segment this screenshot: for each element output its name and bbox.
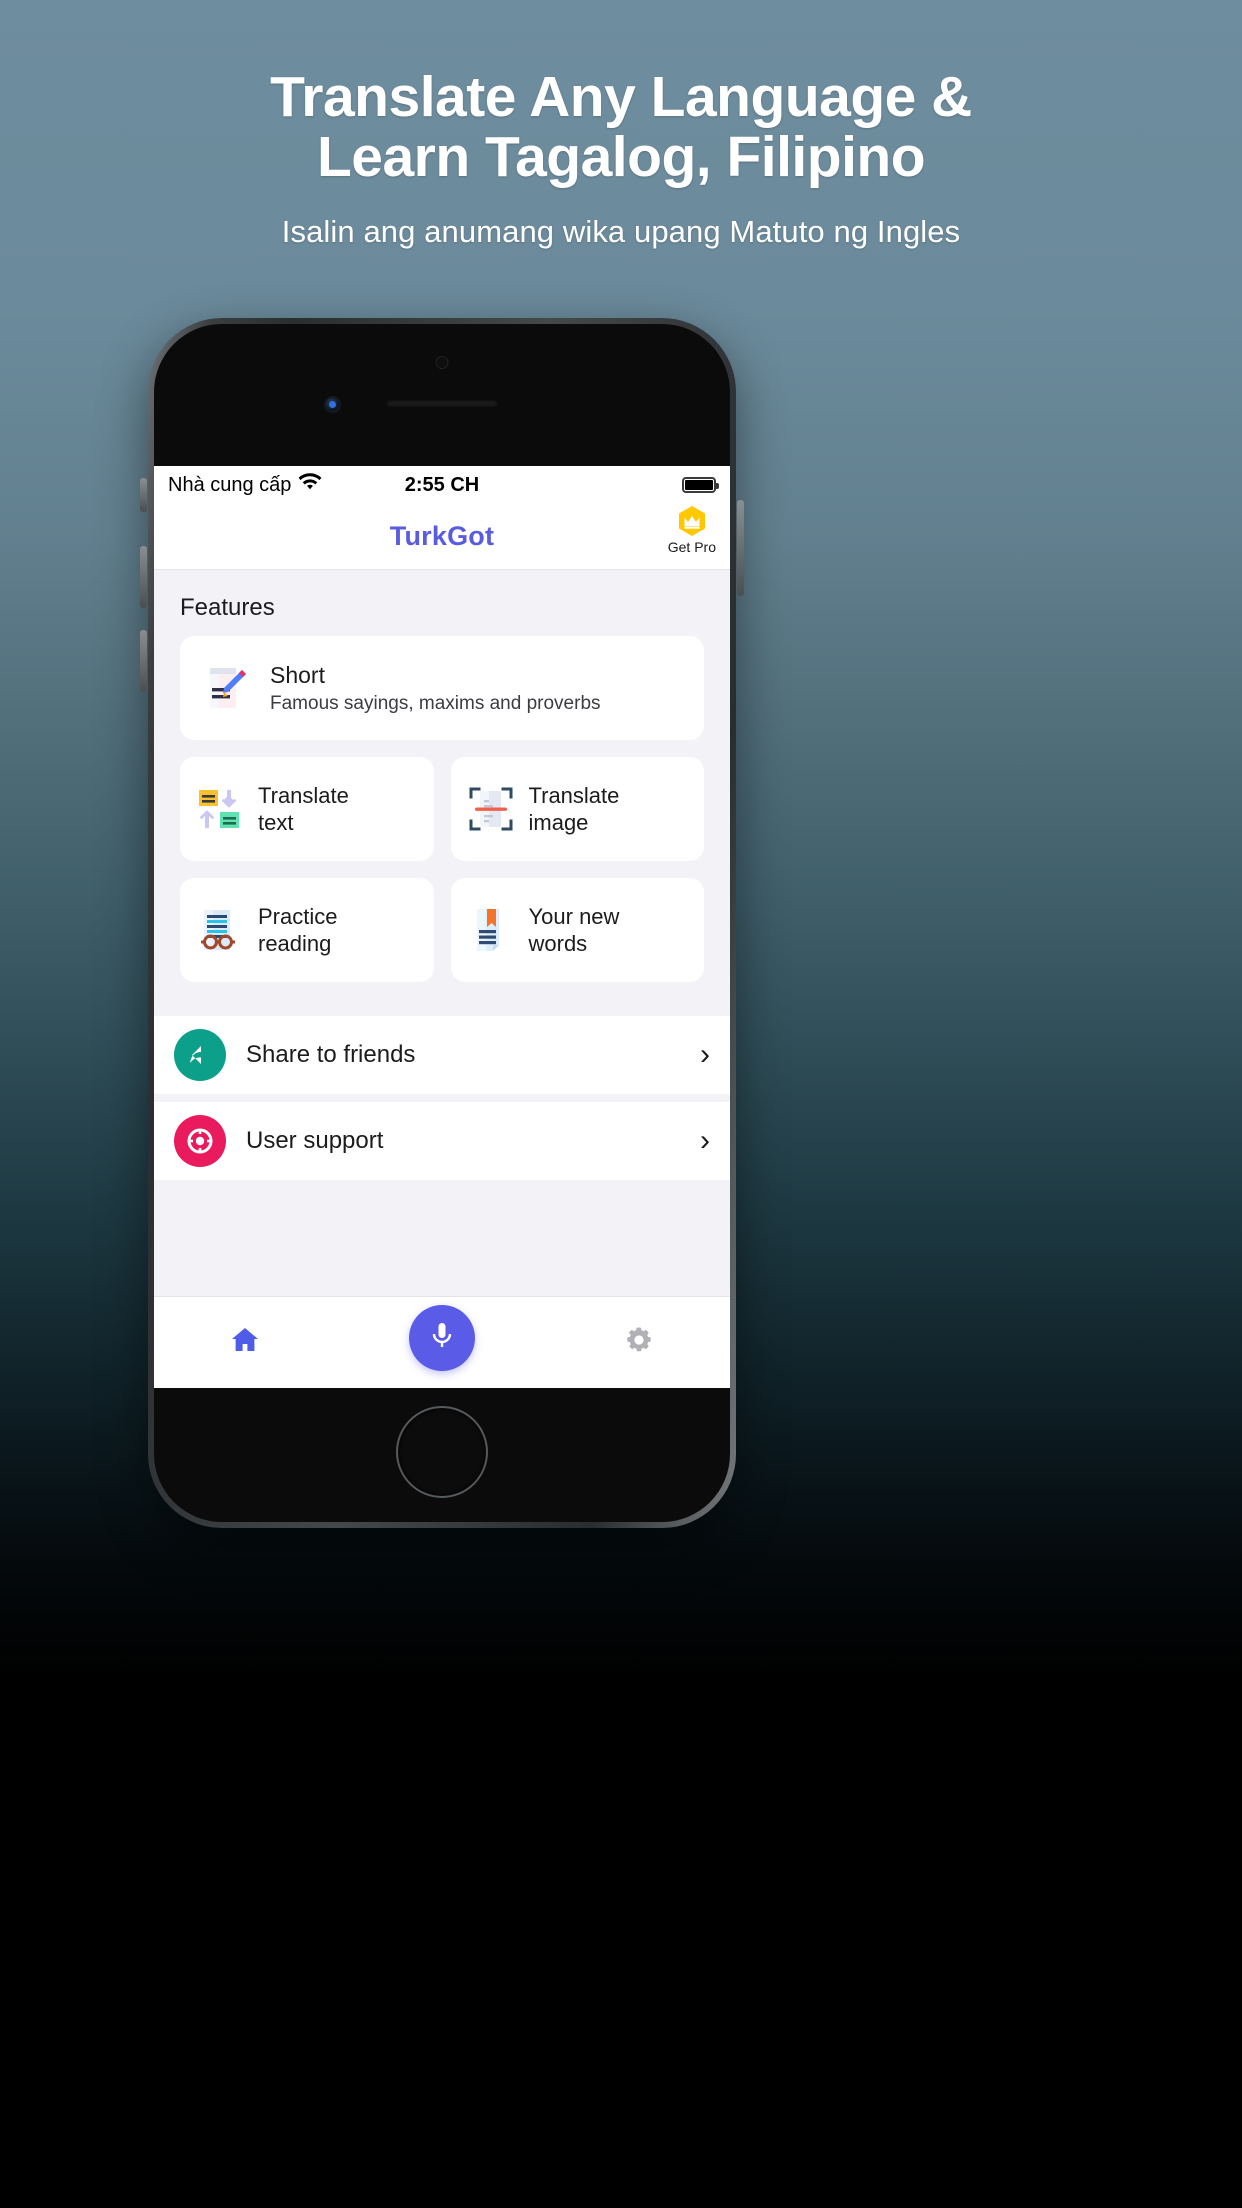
volume-down-button[interactable] xyxy=(140,630,147,692)
feature-grid: Translate text Translate image Practice … xyxy=(180,757,704,982)
tab-settings[interactable] xyxy=(622,1323,656,1362)
status-bar: Nhà cung cấp 2:55 CH xyxy=(154,466,730,504)
feature-card-translate-image-label: Translate image xyxy=(529,782,620,837)
list-item-label: Share to friends xyxy=(246,1041,416,1068)
wifi-icon xyxy=(298,473,322,497)
phone-screen: Nhà cung cấp 2:55 CH TurkGot Get Pro Fea… xyxy=(154,466,730,1388)
feature-card-practice-reading-label: Practice reading xyxy=(258,903,337,958)
line-2: reading xyxy=(258,931,332,956)
gear-icon xyxy=(622,1327,656,1361)
status-bar-left: Nhà cung cấp xyxy=(168,473,405,497)
app-brand-title: TurkGot xyxy=(389,521,495,551)
line-1: Your new xyxy=(528,903,620,929)
tab-microphone[interactable] xyxy=(408,1304,475,1371)
bottom-tab-bar xyxy=(154,1296,730,1388)
feature-card-text: Short Famous sayings, maxims and proverb… xyxy=(270,661,601,716)
crown-hexagon-icon xyxy=(675,504,709,538)
list-item-user-support[interactable]: User support › xyxy=(154,1102,730,1180)
list-item-label: User support xyxy=(246,1127,384,1154)
silent-switch[interactable] xyxy=(140,478,147,512)
proximity-sensor-icon xyxy=(435,356,449,369)
line-1: Practice xyxy=(258,903,338,929)
phone-body: Nhà cung cấp 2:55 CH TurkGot Get Pro Fea… xyxy=(154,324,730,1522)
feature-card-short[interactable]: Short Famous sayings, maxims and proverb… xyxy=(180,636,704,740)
home-button[interactable] xyxy=(396,1406,488,1498)
power-button[interactable] xyxy=(737,500,744,596)
status-bar-time: 2:55 CH xyxy=(404,473,480,496)
line-2: text xyxy=(258,810,294,835)
carrier-label: Nhà cung cấp xyxy=(168,473,292,496)
bookmark-document-icon xyxy=(465,904,517,956)
line-1: Translate xyxy=(258,782,349,808)
reading-glasses-icon xyxy=(194,904,246,956)
battery-icon xyxy=(682,477,720,493)
hero-subtitle: Isalin ang anumang wika upang Matuto ng … xyxy=(281,213,961,249)
feature-card-practice-reading[interactable]: Practice reading xyxy=(180,878,434,982)
chevron-right-icon: › xyxy=(700,1124,710,1157)
home-icon xyxy=(228,1328,262,1361)
share-reply-icon xyxy=(174,1029,226,1081)
list-item-share-to-friends[interactable]: Share to friends › xyxy=(154,1016,730,1094)
tab-home[interactable] xyxy=(228,1323,262,1362)
get-pro-label: Get Pro xyxy=(667,539,716,555)
feature-card-translate-text-label: Translate text xyxy=(258,782,349,837)
line-2: image xyxy=(528,810,589,835)
feature-card-title: Short xyxy=(270,661,325,688)
hero-section: Translate Any Language & Learn Tagalog, … xyxy=(0,65,1242,250)
status-bar-right xyxy=(479,477,720,493)
list-divider xyxy=(154,1180,730,1188)
phone-mockup: Nhà cung cấp 2:55 CH TurkGot Get Pro Fea… xyxy=(140,318,744,1528)
feature-card-translate-image[interactable]: Translate image xyxy=(450,757,704,861)
feature-card-your-new-words-label: Your new words xyxy=(529,903,620,958)
line-1: Translate xyxy=(528,782,620,808)
volume-up-button[interactable] xyxy=(140,546,147,608)
feature-card-subtitle: Famous sayings, maxims and proverbs xyxy=(270,693,601,715)
microphone-icon xyxy=(426,1319,458,1356)
feature-card-your-new-words[interactable]: Your new words xyxy=(450,878,704,982)
list-divider xyxy=(154,1094,730,1102)
document-pencil-icon xyxy=(200,662,252,714)
hero-title-line-2: Learn Tagalog, Filipino xyxy=(316,124,926,189)
feature-card-translate-text[interactable]: Translate text xyxy=(180,757,434,861)
translate-text-icon xyxy=(194,783,246,835)
front-camera-icon xyxy=(324,396,341,413)
life-ring-icon xyxy=(174,1115,226,1167)
app-navbar: TurkGot Get Pro xyxy=(154,504,730,570)
features-section-title: Features xyxy=(180,594,275,621)
chevron-right-icon: › xyxy=(700,1038,710,1071)
main-content: Features Short Famous sayings, maxims an… xyxy=(154,570,730,1388)
scan-document-icon xyxy=(465,783,517,835)
hero-title-line-1: Translate Any Language & xyxy=(270,65,972,129)
earpiece-speaker-icon xyxy=(386,400,498,407)
settings-list: Share to friends › User support › xyxy=(154,1016,730,1188)
page-title: Translate Any Language & Learn Tagalog, … xyxy=(0,65,1242,189)
line-2: words xyxy=(528,931,588,956)
get-pro-button[interactable]: Get Pro xyxy=(668,504,716,555)
